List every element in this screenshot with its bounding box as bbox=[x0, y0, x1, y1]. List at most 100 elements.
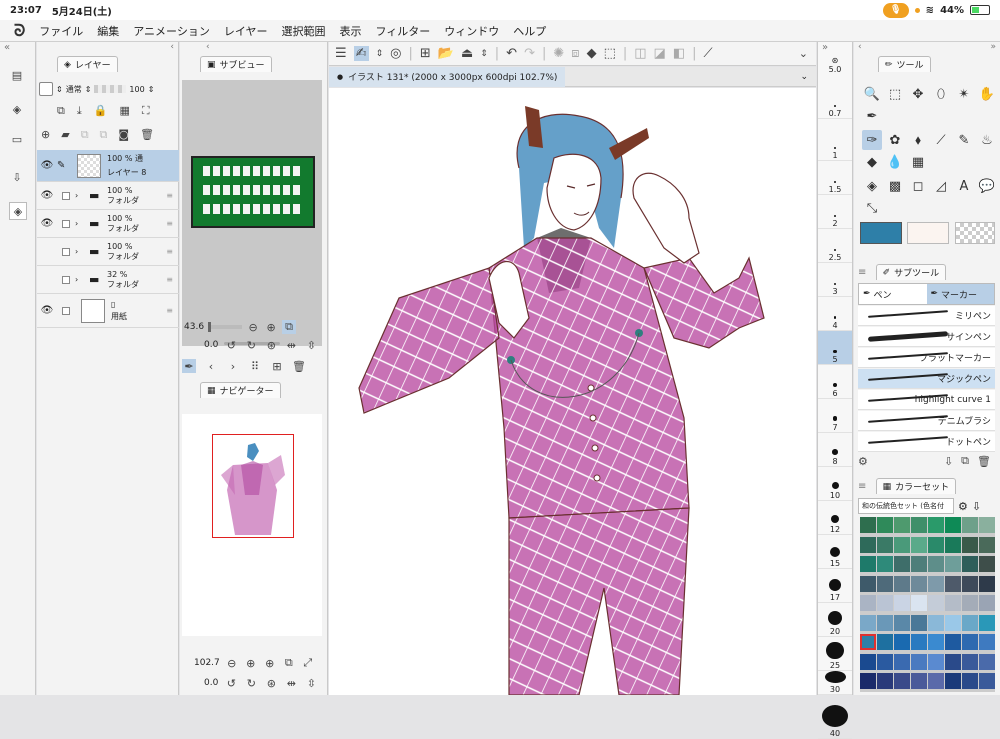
navigator-zoom-value[interactable]: 102.7 bbox=[194, 658, 220, 668]
color-swatch[interactable] bbox=[860, 634, 876, 651]
marker-group-tab[interactable]: ✒ マーカー bbox=[926, 284, 994, 304]
opacity-value[interactable]: 100 bbox=[129, 85, 144, 94]
color-swatch[interactable] bbox=[894, 634, 910, 651]
color-swatch[interactable] bbox=[911, 575, 927, 592]
brush-item[interactable]: サインペン bbox=[858, 327, 995, 347]
subview-rotate-value[interactable]: 0.0 bbox=[204, 340, 218, 350]
balloon-tool-icon[interactable]: 💬 bbox=[977, 176, 997, 196]
color-swatch[interactable] bbox=[945, 673, 961, 690]
flip-vertical-icon[interactable]: ⇳ bbox=[304, 676, 318, 690]
lock-icon[interactable]: 🔒 bbox=[94, 104, 108, 118]
brush-size-option[interactable]: 3 bbox=[818, 263, 852, 297]
menu-selection[interactable]: 選択範囲 bbox=[282, 23, 326, 39]
clear-outside-icon[interactable]: ⧈ bbox=[571, 46, 579, 61]
color-swatch[interactable] bbox=[962, 673, 978, 690]
canvas-tab[interactable]: ● イラスト 131* (2000 x 3000px 600dpi 102.7%… bbox=[329, 66, 566, 87]
color-swatch[interactable] bbox=[877, 556, 893, 573]
brush-size-option[interactable]: 40 bbox=[818, 705, 852, 739]
brush-size-option[interactable]: 4 bbox=[818, 297, 852, 331]
color-swatch[interactable] bbox=[911, 536, 927, 553]
layer-checkbox[interactable] bbox=[62, 247, 70, 256]
navigator-viewport[interactable] bbox=[212, 434, 294, 538]
color-swatch[interactable] bbox=[911, 673, 927, 690]
brush-item[interactable]: highlight curve 1 bbox=[858, 390, 995, 410]
import-icon[interactable]: ⇩ bbox=[10, 170, 24, 184]
reset-rotation-icon[interactable]: ⊛ bbox=[264, 676, 278, 690]
menu-filter[interactable]: フィルター bbox=[376, 23, 431, 39]
save-stepper-icon[interactable]: ⇕ bbox=[480, 49, 488, 59]
sub-color-swatch[interactable] bbox=[907, 222, 949, 244]
drag-handle-icon[interactable]: ≡ bbox=[166, 306, 173, 315]
color-swatch[interactable] bbox=[979, 634, 995, 651]
color-swatch[interactable] bbox=[911, 653, 927, 670]
layer-checkbox[interactable] bbox=[62, 275, 70, 284]
fit-view-icon[interactable]: ⧉ bbox=[282, 320, 297, 334]
property-icon[interactable]: ▭ bbox=[10, 132, 24, 146]
mask-icon[interactable]: ◙ bbox=[118, 128, 129, 142]
color-swatch[interactable] bbox=[894, 673, 910, 690]
hamburger-menu-icon[interactable]: ☰ bbox=[335, 46, 347, 61]
expand-chevron-icon[interactable]: › bbox=[75, 247, 89, 256]
blend-tool-icon[interactable]: 💧 bbox=[885, 152, 905, 172]
color-swatch[interactable] bbox=[860, 556, 876, 573]
blend-mode-value[interactable]: 通常 bbox=[66, 84, 82, 95]
layer-row-8[interactable]: 👁 ✎ 100 % 通 レイヤー 8 bbox=[37, 150, 179, 182]
folder-row[interactable]: 👁 › ▬ 100 % フォルダ ≡ bbox=[37, 210, 179, 238]
drag-handle-icon[interactable]: ≡ bbox=[166, 219, 173, 228]
subtool-tab[interactable]: ✐ サブツール bbox=[875, 264, 947, 280]
layers-stack-icon[interactable]: ◈ bbox=[10, 102, 24, 116]
folder-row[interactable]: › ▬ 32 % フォルダ ≡ bbox=[37, 266, 179, 294]
brush-size-option[interactable]: 2 bbox=[818, 195, 852, 229]
stepper-icon[interactable]: ⇕ bbox=[376, 49, 384, 59]
layer-panel-toggle-icon[interactable]: ◈ bbox=[9, 202, 27, 220]
brush-size-option[interactable]: 1 bbox=[818, 127, 852, 161]
menu-edit[interactable]: 編集 bbox=[97, 23, 119, 39]
transform-icon[interactable]: ⬚ bbox=[604, 46, 616, 61]
rotate-left-icon[interactable]: ↺ bbox=[224, 676, 238, 690]
next-image-icon[interactable]: › bbox=[226, 359, 240, 373]
subtool-delete-icon[interactable]: 🗑 bbox=[977, 455, 991, 468]
menu-layer[interactable]: レイヤー bbox=[224, 23, 268, 39]
new-file-icon[interactable]: ⊞ bbox=[420, 46, 431, 61]
brush-size-option[interactable]: 1.5 bbox=[818, 161, 852, 195]
grid-view-icon[interactable]: ⠿ bbox=[248, 359, 262, 373]
save-icon[interactable]: ⏏ bbox=[461, 46, 473, 61]
decoration-tool-icon[interactable]: ✿ bbox=[885, 130, 905, 150]
colorset-import-icon[interactable]: ⇩ bbox=[972, 500, 981, 513]
main-color-swatch[interactable] bbox=[860, 222, 902, 244]
color-swatch[interactable] bbox=[860, 575, 876, 592]
brush-size-option[interactable]: 8 bbox=[818, 433, 852, 467]
color-swatch[interactable] bbox=[860, 653, 876, 670]
opacity-slider[interactable] bbox=[94, 85, 127, 93]
zoom-out-icon[interactable]: ⊖ bbox=[246, 320, 260, 334]
color-swatch[interactable] bbox=[979, 575, 995, 592]
new-raster-layer-icon[interactable]: ⊕ bbox=[41, 128, 50, 142]
object-tool-icon[interactable]: ⬚ bbox=[885, 84, 905, 104]
color-swatch[interactable] bbox=[979, 517, 995, 533]
blend-stepper-icon[interactable]: ⇕ bbox=[85, 85, 92, 94]
color-swatch[interactable] bbox=[962, 614, 978, 631]
reset-rotation-icon[interactable]: ⊛ bbox=[264, 338, 278, 352]
color-swatch[interactable] bbox=[945, 575, 961, 592]
subtool-settings-icon[interactable]: ⚙ bbox=[858, 455, 868, 468]
clear-image-icon[interactable]: 🗑 bbox=[292, 359, 306, 373]
brush-tool-icon[interactable]: ⬧ bbox=[908, 130, 928, 150]
color-swatch[interactable] bbox=[962, 517, 978, 533]
eyedropper-tool-icon[interactable]: ✒ bbox=[862, 106, 882, 126]
selection-pen-icon[interactable]: ⬯ bbox=[931, 84, 951, 104]
delete-layer-icon[interactable]: 🗑 bbox=[140, 128, 154, 142]
folder-row[interactable]: 👁 › ▬ 100 % フォルダ ≡ bbox=[37, 182, 179, 210]
tab-chevron-icon[interactable]: ⌄ bbox=[800, 72, 808, 82]
text-tool-icon[interactable]: A bbox=[954, 176, 974, 196]
expand-chevron-icon[interactable]: › bbox=[75, 219, 89, 228]
brush-size-option[interactable]: 17 bbox=[818, 569, 852, 603]
flip-vertical-icon[interactable]: ⇳ bbox=[304, 338, 318, 352]
expand-chevron-icon[interactable]: › bbox=[75, 275, 89, 284]
copy-layer-icon[interactable]: ⧉ bbox=[57, 104, 65, 118]
color-swatch[interactable] bbox=[962, 556, 978, 573]
pencil-tool-icon[interactable]: ⟋ bbox=[931, 130, 951, 150]
color-swatch[interactable] bbox=[979, 595, 995, 612]
color-swatch[interactable] bbox=[894, 556, 910, 573]
brush-size-option[interactable]: 2.5 bbox=[818, 229, 852, 263]
stepper-icon[interactable]: ⇕ bbox=[56, 85, 63, 94]
